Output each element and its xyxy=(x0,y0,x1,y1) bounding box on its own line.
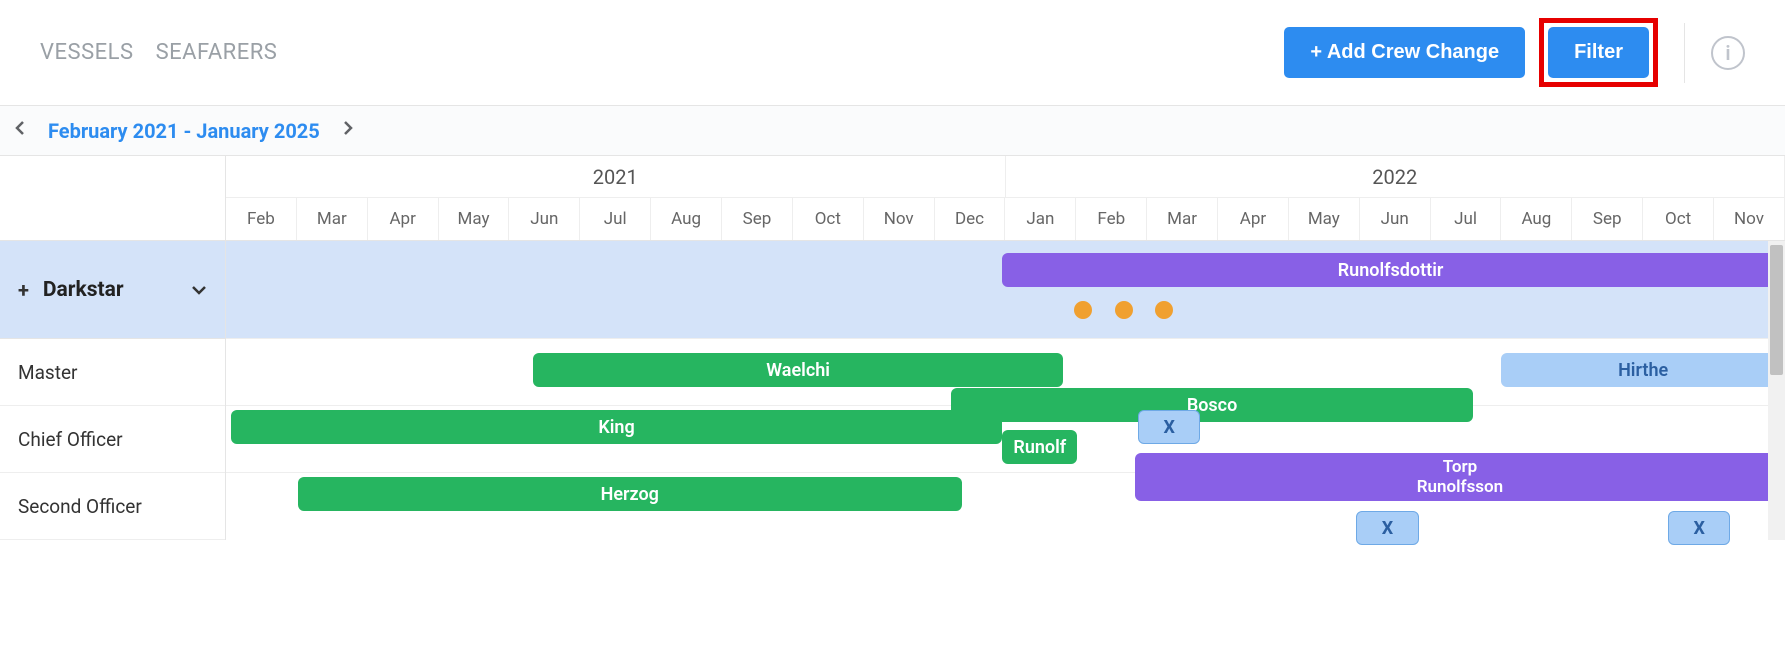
second-officer-lane: Torp Runolfsson Herzog X X xyxy=(226,473,1785,540)
month-label: Sep xyxy=(1572,198,1643,240)
event-dot[interactable] xyxy=(1115,301,1133,319)
scroll-thumb[interactable] xyxy=(1770,245,1783,375)
add-crew-change-button[interactable]: + Add Crew Change xyxy=(1284,27,1525,78)
timeline: 2021 2022 FebMarAprMayJunJulAugSepOctNov… xyxy=(0,156,1785,540)
month-label: Jan xyxy=(1005,198,1076,240)
month-label: Jun xyxy=(1360,198,1431,240)
vessel-name[interactable]: Darkstar xyxy=(43,278,124,302)
nav-tabs: VESSELS SEAFARERS xyxy=(40,40,277,65)
month-label: Aug xyxy=(651,198,722,240)
event-dot[interactable] xyxy=(1155,301,1173,319)
month-label: Apr xyxy=(1218,198,1289,240)
tab-seafarers[interactable]: SEAFARERS xyxy=(156,40,278,65)
month-label: Mar xyxy=(1147,198,1218,240)
assignment-bar[interactable]: Hirthe xyxy=(1501,353,1785,387)
x-marker[interactable]: X xyxy=(1356,511,1418,545)
rank-label-chief-officer: Chief Officer xyxy=(0,406,225,473)
month-label: Apr xyxy=(368,198,439,240)
month-label: Jul xyxy=(580,198,651,240)
month-label: Mar xyxy=(297,198,368,240)
rank-label-master: Master xyxy=(0,339,225,406)
vessel-row-header: + Darkstar xyxy=(0,241,225,339)
top-bar: VESSELS SEAFARERS + Add Crew Change Filt… xyxy=(0,0,1785,106)
chevron-down-icon[interactable] xyxy=(191,280,207,299)
x-marker[interactable]: X xyxy=(1668,511,1730,545)
month-label: Feb xyxy=(226,198,297,240)
assignment-label: Runolfsson xyxy=(1417,477,1503,497)
month-label: May xyxy=(1289,198,1360,240)
month-label: Jun xyxy=(509,198,580,240)
timeline-body: + Darkstar Master Chief Officer Second O… xyxy=(0,241,1785,540)
month-label: Dec xyxy=(935,198,1006,240)
assignment-bar-stack[interactable]: Torp Runolfsson xyxy=(1135,453,1785,501)
info-icon[interactable]: i xyxy=(1711,36,1745,70)
timeline-header: 2021 2022 FebMarAprMayJunJulAugSepOctNov… xyxy=(0,156,1785,241)
filter-highlight: Filter xyxy=(1539,18,1658,87)
month-label: May xyxy=(439,198,510,240)
month-label: Nov xyxy=(1714,198,1785,240)
year-label: 2022 xyxy=(1006,156,1785,197)
event-dot[interactable] xyxy=(1074,301,1092,319)
month-label: Feb xyxy=(1076,198,1147,240)
year-row: 2021 2022 xyxy=(226,156,1785,198)
prev-range-button[interactable] xyxy=(8,116,32,145)
month-label: Aug xyxy=(1501,198,1572,240)
assignment-bar[interactable]: Waelchi xyxy=(533,353,1063,387)
filter-button[interactable]: Filter xyxy=(1548,27,1649,78)
x-marker[interactable]: X xyxy=(1138,410,1200,444)
action-buttons: + Add Crew Change Filter i xyxy=(1284,18,1745,87)
month-label: Oct xyxy=(1643,198,1714,240)
vertical-scrollbar[interactable] xyxy=(1768,241,1785,540)
assignment-bar[interactable]: Runolf xyxy=(1002,430,1077,464)
assignment-bar[interactable]: Herzog xyxy=(298,477,962,511)
assignment-bar[interactable]: King xyxy=(231,410,1003,444)
date-nav-bar: February 2021 - January 2025 xyxy=(0,106,1785,156)
rank-label-second-officer: Second Officer xyxy=(0,473,225,540)
assignment-bar[interactable]: Runolfsdottir xyxy=(1002,253,1778,287)
separator xyxy=(1684,23,1685,83)
month-label: Sep xyxy=(722,198,793,240)
vessel-lane: Runolfsdottir xyxy=(226,241,1785,339)
assignment-label: Torp xyxy=(1443,457,1477,477)
expand-vessel-icon[interactable]: + xyxy=(18,278,29,302)
rank-column: + Darkstar Master Chief Officer Second O… xyxy=(0,241,226,540)
month-label: Jul xyxy=(1431,198,1502,240)
tab-vessels[interactable]: VESSELS xyxy=(40,40,134,65)
year-label: 2021 xyxy=(226,156,1006,197)
assignment-bar[interactable]: Bosco xyxy=(951,388,1473,422)
month-label: Nov xyxy=(864,198,935,240)
next-range-button[interactable] xyxy=(336,116,360,145)
month-label: Oct xyxy=(793,198,864,240)
date-range-label[interactable]: February 2021 - January 2025 xyxy=(48,119,320,143)
timeline-canvas: Runolfsdottir Waelchi Hirthe Bosco King … xyxy=(226,241,1785,540)
month-row: FebMarAprMayJunJulAugSepOctNovDecJanFebM… xyxy=(226,198,1785,240)
